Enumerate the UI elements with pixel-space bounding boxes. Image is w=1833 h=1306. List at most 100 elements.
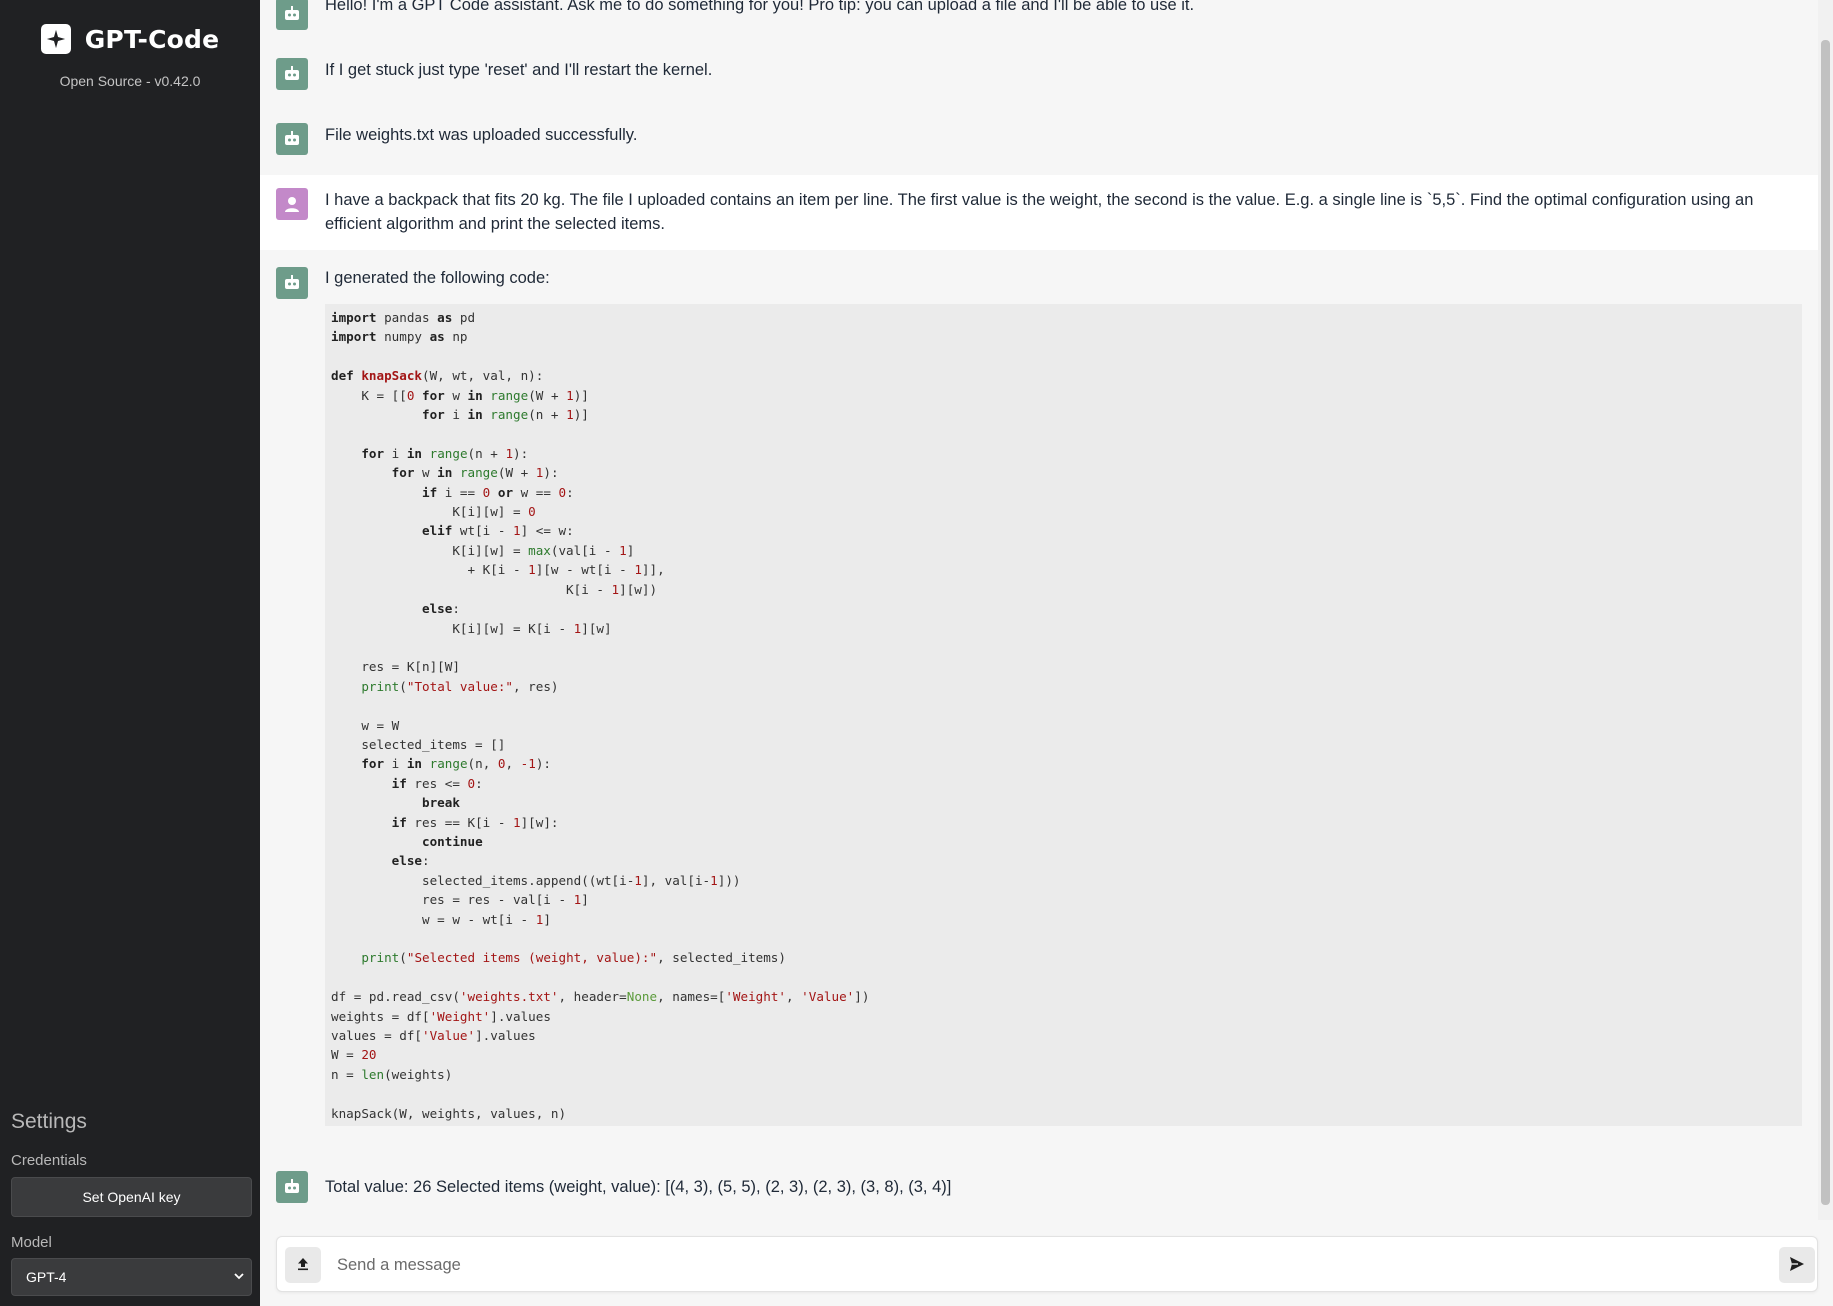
code-token: (val[i - (550, 542, 620, 558)
model-select[interactable]: GPT-4 (11, 1258, 252, 1296)
code-token: import (331, 310, 377, 325)
code-token: "Selected items (weight, value):" (406, 950, 658, 966)
code-token: elif (422, 523, 453, 539)
code-line: else: (331, 851, 1796, 870)
send-button[interactable] (1779, 1247, 1815, 1283)
code-token: for (391, 465, 415, 481)
code-token: (n + (528, 407, 567, 423)
code-token: 1 (619, 542, 627, 558)
code-token: values = df[ (331, 1028, 422, 1044)
code-line: K[i][w] = max(val[i - 1] (331, 541, 1796, 560)
message-text: Total value: 26 Selected items (weight, … (325, 1178, 952, 1196)
code-token: res = K[n][W] (331, 659, 460, 675)
credentials-label: Credentials (11, 1152, 87, 1169)
bot-avatar-icon (276, 58, 308, 90)
code-line: w = w - wt[i - 1] (331, 910, 1796, 929)
code-token: or (497, 484, 514, 500)
code-token: , selected_items) (657, 950, 786, 966)
code-token: ]], (641, 562, 665, 578)
scrollbar-thumb[interactable] (1821, 40, 1830, 1205)
code-token: import (331, 329, 377, 345)
code-line: print("Selected items (weight, value):",… (331, 948, 1796, 967)
code-token: for (361, 445, 385, 461)
code-token: 'Value' (801, 989, 855, 1005)
code-token: 1 (513, 523, 521, 539)
code-token: 0 (558, 484, 567, 500)
code-token: range (429, 756, 468, 772)
bot-avatar-icon (276, 1171, 308, 1203)
code-token: 'Value' (422, 1028, 476, 1044)
code-token: ][w - wt[i - (535, 562, 635, 578)
set-openai-key-button[interactable]: Set OpenAI key (11, 1177, 252, 1217)
code-line: import numpy as np (331, 327, 1796, 346)
code-token: i (384, 756, 407, 772)
code-token: if (391, 814, 407, 830)
code-token: else (422, 601, 453, 617)
brand: GPT-Code (0, 24, 260, 54)
code-line: values = df['Value'].values (331, 1026, 1796, 1045)
code-token: in (406, 756, 423, 772)
code-token: numpy (376, 329, 430, 345)
code-token: ( (399, 950, 407, 966)
code-token: ] <= w: (520, 523, 574, 539)
code-line: if i == 0 or w == 0: (331, 483, 1796, 502)
code-token: 20 (361, 1047, 377, 1063)
code-token: range (490, 407, 529, 423)
code-line: w = W (331, 716, 1796, 735)
code-token: in (467, 407, 483, 423)
input-area (260, 1220, 1833, 1306)
code-line: W = 20 (331, 1045, 1796, 1064)
code-token: 1 (566, 407, 574, 423)
code-token: : (566, 484, 574, 500)
code-line: K[i - 1][w]) (331, 580, 1796, 599)
code-line: for i in range(n + 1): (331, 444, 1796, 463)
code-token: pandas (376, 310, 438, 325)
code-line: n = len(weights) (331, 1065, 1796, 1084)
chat-scrollbar[interactable] (1818, 0, 1833, 1220)
code-line: K[i][w] = K[i - 1][w] (331, 619, 1796, 638)
code-token: ], val[i- (641, 872, 711, 888)
message-bot: File weights.txt was uploaded successful… (260, 110, 1818, 175)
code-token: break (422, 795, 460, 811)
code-line: K = [[0 for w in range(W + 1)] (331, 386, 1796, 405)
code-line: res = res - val[i - 1] (331, 890, 1796, 909)
code-token: selected_items = [] (331, 736, 506, 752)
upload-button[interactable] (285, 1247, 321, 1283)
code-token: "Total value:" (406, 678, 514, 694)
message-input-box (276, 1236, 1818, 1292)
code-token: (W, wt, val, n): (422, 368, 544, 384)
message-text: Hello! I'm a GPT Code assistant. Ask me … (325, 0, 1195, 14)
code-token: , res) (513, 678, 559, 694)
code-token: 1 (611, 581, 620, 597)
code-token: : (475, 775, 483, 791)
code-token: K[i][w] = (331, 542, 529, 558)
code-line: df = pd.read_csv('weights.txt', header=N… (331, 987, 1796, 1006)
code-token: in (467, 387, 483, 403)
code-token: for (361, 756, 385, 772)
message-input[interactable] (337, 1249, 1737, 1281)
code-token: w == (513, 484, 559, 500)
model-selected-value: GPT-4 (26, 1269, 67, 1285)
code-token: max (528, 542, 551, 558)
code-token: knapSack(W, weights, values, n) (331, 1105, 567, 1121)
code-token: pd (452, 310, 476, 325)
code-line: if res == K[i - 1][w]: (331, 813, 1796, 832)
code-token: , header= (558, 989, 627, 1005)
code-token: (n + (467, 445, 506, 461)
model-label: Model (11, 1234, 52, 1251)
message-text: File weights.txt was uploaded successful… (325, 126, 638, 144)
code-line: res = K[n][W] (331, 657, 1796, 676)
code-line: if res <= 0: (331, 774, 1796, 793)
code-token: , (505, 756, 521, 772)
code-line: selected_items = [] (331, 735, 1796, 754)
